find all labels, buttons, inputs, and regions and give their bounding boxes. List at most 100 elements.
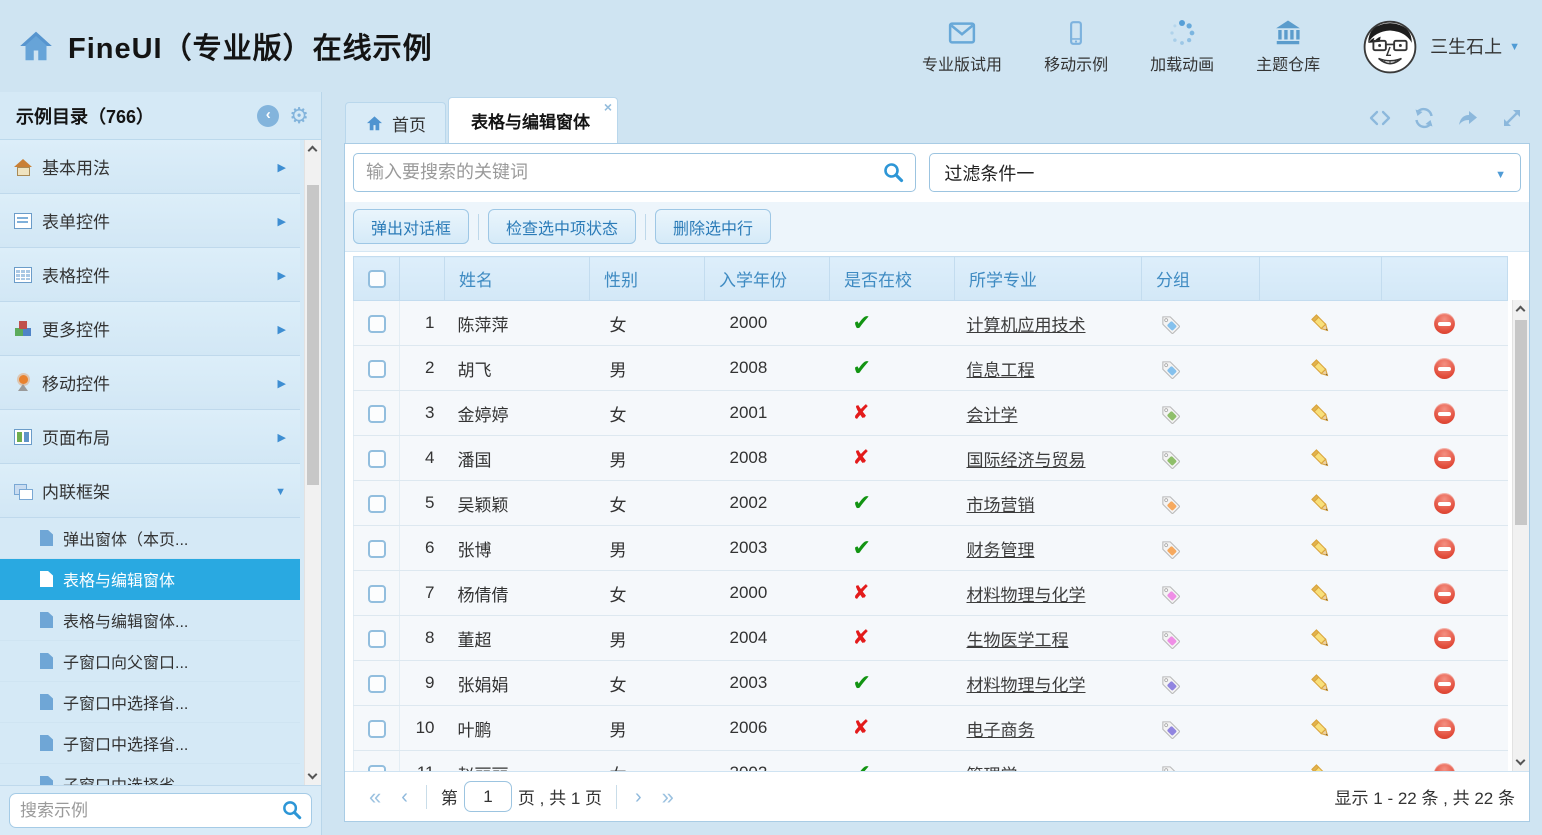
sidebar-subitem[interactable]: 子窗口中选择省... — [0, 682, 300, 723]
row-checkbox[interactable] — [368, 315, 386, 333]
sidebar-subitem[interactable]: 子窗口中选择省 — [0, 764, 300, 785]
edit-pencil-icon[interactable] — [1309, 537, 1332, 560]
table-row[interactable]: 11 赵丽丽 女 2002 管理学 — [354, 751, 1508, 772]
share-icon[interactable] — [1456, 106, 1480, 130]
tag-icon[interactable] — [1158, 582, 1181, 605]
col-year[interactable]: 入学年份 — [705, 257, 830, 301]
tag-icon[interactable] — [1158, 402, 1181, 425]
table-row[interactable]: 9 张娟娟 女 2003 材料物理与化学 — [354, 661, 1508, 706]
table-row[interactable]: 2 胡飞 男 2008 信息工程 — [354, 346, 1508, 391]
delete-icon[interactable] — [1434, 673, 1455, 694]
delete-icon[interactable] — [1434, 718, 1455, 739]
major-link[interactable]: 生物医学工程 — [967, 631, 1069, 650]
search-icon[interactable] — [281, 799, 304, 822]
edit-pencil-icon[interactable] — [1309, 357, 1332, 380]
table-row[interactable]: 10 叶鹏 男 2006 电子商务 — [354, 706, 1508, 751]
gear-icon[interactable] — [289, 103, 309, 129]
delete-icon[interactable] — [1434, 763, 1455, 772]
sidebar-group-item[interactable]: 内联框架 — [0, 464, 300, 518]
table-row[interactable]: 6 张博 男 2003 财务管理 — [354, 526, 1508, 571]
delete-icon[interactable] — [1434, 313, 1455, 334]
table-row[interactable]: 1 陈萍萍 女 2000 计算机应用技术 — [354, 301, 1508, 346]
check-selected-button[interactable]: 检查选中项状态 — [488, 209, 636, 244]
first-page-button[interactable]: « — [359, 786, 391, 808]
delete-icon[interactable] — [1434, 538, 1455, 559]
tab-grid-edit-window[interactable]: 表格与编辑窗体 × — [448, 97, 618, 143]
row-checkbox[interactable] — [368, 540, 386, 558]
last-page-button[interactable]: » — [652, 786, 684, 808]
sidebar-group-item[interactable]: 表格控件 — [0, 248, 300, 302]
row-checkbox[interactable] — [368, 585, 386, 603]
row-checkbox[interactable] — [368, 405, 386, 423]
delete-icon[interactable] — [1434, 583, 1455, 604]
delete-icon[interactable] — [1434, 493, 1455, 514]
row-checkbox[interactable] — [368, 450, 386, 468]
table-row[interactable]: 5 吴颖颖 女 2002 市场营销 — [354, 481, 1508, 526]
tag-icon[interactable] — [1158, 312, 1181, 335]
nav-trial[interactable]: 专业版试用 — [922, 18, 1002, 75]
tab-home[interactable]: 首页 — [345, 102, 446, 143]
col-gender[interactable]: 性别 — [590, 257, 705, 301]
tag-icon[interactable] — [1158, 762, 1181, 772]
edit-pencil-icon[interactable] — [1309, 447, 1332, 470]
sidebar-group-item[interactable]: 移动控件 — [0, 356, 300, 410]
nav-loading-anim[interactable]: 加载动画 — [1150, 18, 1214, 75]
delete-icon[interactable] — [1434, 358, 1455, 379]
user-menu[interactable]: 三生石上 — [1430, 33, 1520, 59]
page-number-input[interactable] — [464, 781, 512, 812]
scroll-down-icon[interactable] — [308, 770, 318, 780]
major-link[interactable]: 会计学 — [967, 406, 1018, 425]
major-link[interactable]: 电子商务 — [967, 721, 1035, 740]
scroll-down-icon[interactable] — [1516, 756, 1526, 766]
major-link[interactable]: 市场营销 — [967, 496, 1035, 515]
collapse-sidebar-icon[interactable] — [257, 105, 279, 127]
sidebar-scrollbar[interactable] — [304, 140, 321, 785]
col-name[interactable]: 姓名 — [445, 257, 590, 301]
edit-pencil-icon[interactable] — [1309, 582, 1332, 605]
major-link[interactable]: 材料物理与化学 — [967, 586, 1086, 605]
edit-pencil-icon[interactable] — [1309, 402, 1332, 425]
nav-mobile-demo[interactable]: 移动示例 — [1044, 18, 1108, 75]
close-icon[interactable]: × — [604, 99, 612, 115]
open-dialog-button[interactable]: 弹出对话框 — [353, 209, 469, 244]
delete-icon[interactable] — [1434, 628, 1455, 649]
major-link[interactable]: 信息工程 — [967, 361, 1035, 380]
tag-icon[interactable] — [1158, 357, 1181, 380]
sidebar-group-item[interactable]: 基本用法 — [0, 140, 300, 194]
prev-page-button[interactable]: ‹ — [391, 787, 418, 807]
major-link[interactable]: 材料物理与化学 — [967, 676, 1086, 695]
edit-pencil-icon[interactable] — [1309, 717, 1332, 740]
scrollbar-thumb[interactable] — [307, 185, 319, 485]
sidebar-subitem[interactable]: 子窗口中选择省... — [0, 723, 300, 764]
col-group[interactable]: 分组 — [1142, 257, 1260, 301]
sidebar-subitem[interactable]: 子窗口向父窗口... — [0, 641, 300, 682]
major-link[interactable]: 计算机应用技术 — [967, 316, 1086, 335]
row-checkbox[interactable] — [368, 495, 386, 513]
delete-selected-button[interactable]: 删除选中行 — [655, 209, 771, 244]
sidebar-search-input[interactable] — [9, 793, 312, 828]
search-icon[interactable] — [882, 161, 906, 185]
tag-icon[interactable] — [1158, 627, 1181, 650]
filter-dropdown[interactable]: 过滤条件一 — [929, 153, 1521, 192]
nav-theme-store[interactable]: 主题仓库 — [1256, 18, 1320, 75]
table-row[interactable]: 4 潘国 男 2008 国际经济与贸易 — [354, 436, 1508, 481]
row-checkbox[interactable] — [368, 630, 386, 648]
sidebar-group-item[interactable]: 表单控件 — [0, 194, 300, 248]
select-all-checkbox[interactable] — [368, 270, 386, 288]
avatar[interactable] — [1362, 18, 1418, 74]
edit-pencil-icon[interactable] — [1309, 762, 1332, 772]
scroll-up-icon[interactable] — [1516, 306, 1526, 316]
sidebar-group-item[interactable]: 页面布局 — [0, 410, 300, 464]
major-link[interactable]: 管理学 — [967, 766, 1018, 772]
tag-icon[interactable] — [1158, 492, 1181, 515]
col-atschool[interactable]: 是否在校 — [830, 257, 955, 301]
expand-icon[interactable] — [1500, 106, 1524, 130]
next-page-button[interactable]: › — [625, 787, 652, 807]
col-major[interactable]: 所学专业 — [955, 257, 1142, 301]
sidebar-group-item[interactable]: 更多控件 — [0, 302, 300, 356]
tag-icon[interactable] — [1158, 717, 1181, 740]
sidebar-subitem[interactable]: 表格与编辑窗体 — [0, 559, 300, 600]
row-checkbox[interactable] — [368, 765, 386, 771]
edit-pencil-icon[interactable] — [1309, 672, 1332, 695]
sidebar-subitem[interactable]: 表格与编辑窗体... — [0, 600, 300, 641]
